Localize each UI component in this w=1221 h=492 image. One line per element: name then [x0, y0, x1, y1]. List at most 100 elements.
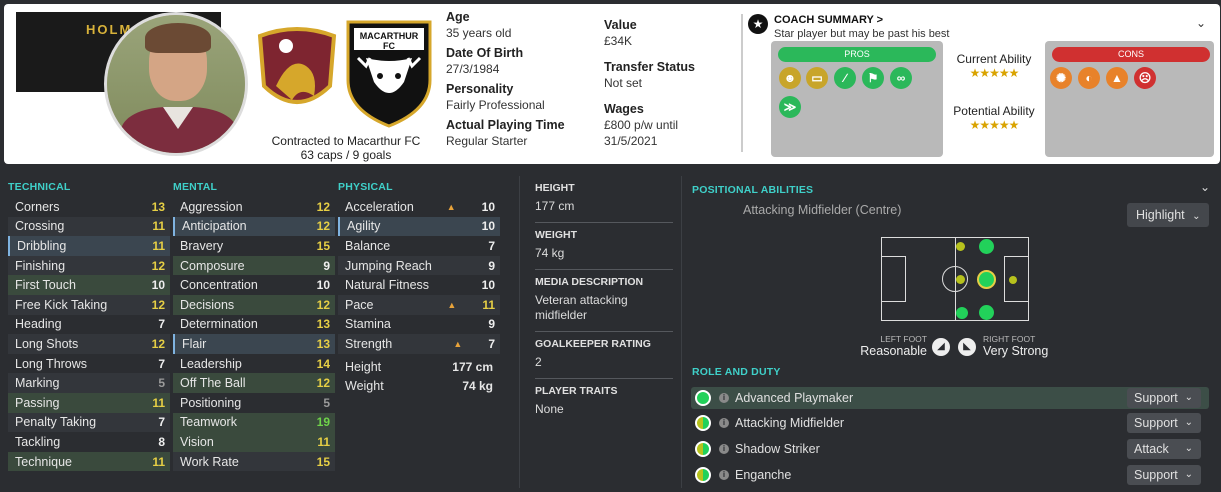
duty-dropdown[interactable]: Support ⌄	[1127, 413, 1201, 433]
info-column-2: Value £34K Transfer Status Not set Wages…	[604, 18, 734, 154]
position-dot-amc	[977, 270, 996, 289]
chevron-down-icon[interactable]: ⌄	[1200, 180, 1210, 194]
attribute-label: Natural Fitness	[345, 278, 430, 293]
role-row[interactable]: i Advanced Playmaker Support ⌄	[691, 387, 1209, 409]
current-ability: Current Ability ★★★★★	[946, 52, 1042, 80]
coach-summary-title[interactable]: COACH SUMMARY >	[774, 14, 883, 26]
attribute-row[interactable]: Pace ▲ 11	[338, 294, 500, 315]
attribute-row[interactable]: Dribbling 11	[8, 236, 170, 256]
attribute-label: Positioning	[180, 395, 242, 410]
cons-box: CONS ✺ ◐ ▲ ☹	[1045, 41, 1214, 157]
attribute-row[interactable]: Corners 13	[8, 197, 170, 217]
highlight-dropdown[interactable]: Highlight ⌄	[1127, 203, 1209, 227]
head-icon[interactable]: ☹	[1134, 67, 1156, 89]
shirt-icon[interactable]: ◐	[1078, 67, 1100, 89]
attribute-value: 19	[316, 415, 330, 430]
fist-icon[interactable]: ✺	[1050, 67, 1072, 89]
header-divider	[741, 14, 743, 152]
personality-label: Personality	[446, 82, 514, 96]
positional-abilities-title: POSITIONAL ABILITIES	[692, 184, 814, 196]
attribute-row[interactable]: Tackling 8	[8, 432, 170, 452]
attribute-label: Long Shots	[15, 336, 79, 351]
attribute-row[interactable]: Teamwork 19	[173, 412, 335, 433]
player-traits: None	[535, 402, 564, 416]
attribute-row[interactable]: Anticipation 12	[173, 216, 335, 237]
right-foot-label: RIGHT FOOT	[983, 334, 1036, 344]
attribute-row[interactable]: Vision 11	[173, 432, 335, 452]
transfer-label: Transfer Status	[604, 60, 696, 74]
duty-dropdown[interactable]: Support ⌄	[1127, 388, 1201, 408]
attribute-label: Leadership	[180, 356, 242, 371]
field-icon[interactable]: ▭	[806, 67, 828, 89]
chevron-down-icon[interactable]: ⌄	[1196, 16, 1206, 30]
attribute-value: 10	[481, 219, 495, 234]
attribute-row[interactable]: Marking 5	[8, 373, 170, 393]
attribute-row[interactable]: Agility 10	[338, 216, 500, 237]
attribute-label: Marking	[15, 376, 60, 391]
boot-icon[interactable]: ∕	[834, 67, 856, 89]
attribute-row[interactable]: Crossing 11	[8, 216, 170, 237]
attribute-row[interactable]: Penalty Taking 7	[8, 412, 170, 433]
attribute-row[interactable]: Composure 9	[173, 255, 335, 276]
info-icon[interactable]: i	[719, 393, 729, 403]
attribute-row[interactable]: Determination 13	[173, 315, 335, 335]
attribute-row[interactable]: Technique 11	[8, 451, 170, 472]
current-ability-label: Current Ability	[956, 52, 1032, 66]
attribute-row[interactable]: Positioning 5	[173, 393, 335, 413]
role-row[interactable]: i Enganche Support ⌄	[691, 464, 1209, 486]
attribute-row[interactable]: Heading 7	[8, 315, 170, 335]
pros-label: PROS	[778, 47, 936, 62]
attribute-label: Work Rate	[180, 454, 239, 469]
attribute-label: Flair	[182, 336, 207, 351]
role-row[interactable]: i Attacking Midfielder Support ⌄	[691, 412, 1209, 434]
goalkeeper-rating-heading: GOALKEEPER RATING	[535, 338, 651, 350]
info-icon[interactable]: i	[719, 444, 729, 454]
attribute-row[interactable]: Aggression 12	[173, 197, 335, 217]
attribute-label: Anticipation	[182, 219, 247, 234]
cone-icon[interactable]: ▲	[1106, 67, 1128, 89]
link-icon[interactable]: ∞	[890, 67, 912, 89]
attribute-row[interactable]: Balance 7	[338, 236, 500, 256]
left-foot: LEFT FOOT Reasonable	[855, 334, 927, 358]
attribute-row[interactable]: Finishing 12	[8, 255, 170, 276]
attribute-row[interactable]: Off The Ball 12	[173, 373, 335, 393]
attribute-row[interactable]: Passing 11	[8, 392, 170, 413]
duty-dropdown[interactable]: Attack ⌄	[1127, 439, 1201, 459]
attribute-value: 11	[152, 219, 165, 234]
attribute-row[interactable]: Flair 13	[173, 334, 335, 354]
transfer-value: Not set	[604, 76, 643, 90]
attribute-row[interactable]: Decisions 12	[173, 294, 335, 315]
wings-icon[interactable]: ≫	[779, 96, 801, 118]
attribute-row[interactable]: Long Shots 12	[8, 334, 170, 354]
brain-icon[interactable]: ☻	[779, 67, 801, 89]
duty-dropdown[interactable]: Support ⌄	[1127, 465, 1201, 485]
club-crest-text: MACARTHUR FC	[359, 31, 419, 51]
info-icon[interactable]: i	[719, 418, 729, 428]
attribute-label: Corners	[15, 199, 60, 214]
role-name: Advanced Playmaker	[735, 391, 854, 405]
role-name: Enganche	[735, 468, 792, 482]
attribute-row[interactable]: Free Kick Taking 12	[8, 294, 170, 315]
attribute-row[interactable]: Work Rate 15	[173, 451, 335, 472]
flag-icon[interactable]: ⚑	[862, 67, 884, 89]
attribute-row[interactable]: Acceleration ▲ 10	[338, 197, 500, 217]
player-details: HEIGHT 177 cm WEIGHT 74 kg MEDIA DESCRIP…	[535, 180, 673, 417]
attribute-row[interactable]: Long Throws 7	[8, 354, 170, 374]
attribute-row[interactable]: Jumping Reach 9	[338, 255, 500, 276]
attribute-row[interactable]: First Touch 10	[8, 275, 170, 295]
divider	[681, 176, 682, 488]
attribute-row[interactable]: Natural Fitness 10	[338, 275, 500, 295]
role-row[interactable]: i Shadow Striker Attack ⌄	[691, 438, 1209, 460]
attribute-row[interactable]: Stamina 9	[338, 315, 500, 335]
attribute-row[interactable]: Strength ▲ 7	[338, 334, 500, 354]
attribute-value: 9	[488, 258, 495, 273]
attribute-row[interactable]: Concentration 10	[173, 275, 335, 295]
position-dot-st	[1009, 276, 1017, 284]
attribute-row[interactable]: Leadership 14	[173, 354, 335, 374]
mental-title: MENTAL	[173, 181, 218, 193]
highlight-label: Highlight	[1136, 208, 1185, 222]
attribute-value: 10	[481, 278, 495, 293]
wages-value: £800 p/w until	[604, 118, 679, 132]
attribute-row[interactable]: Bravery 15	[173, 236, 335, 256]
info-icon[interactable]: i	[719, 470, 729, 480]
